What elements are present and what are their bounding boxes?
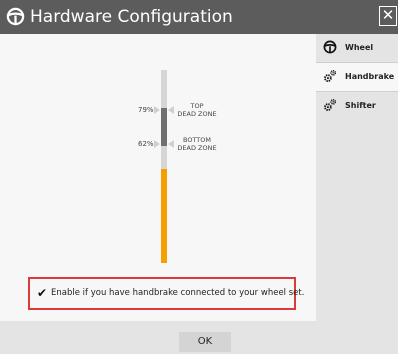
gears-icon xyxy=(324,69,337,82)
hardware-configuration-window: Hardware Configuration ✕ Wheel Handbrake xyxy=(0,0,398,354)
title-bar: Hardware Configuration ✕ xyxy=(0,0,398,34)
steering-wheel-icon xyxy=(323,40,337,54)
sidebar-item-label: Shifter xyxy=(345,101,376,110)
checkmark-icon[interactable]: ✔ xyxy=(37,286,47,300)
close-icon: ✕ xyxy=(381,6,395,24)
gears-icon xyxy=(324,98,337,111)
top-dead-zone-label: TOP DEAD ZONE xyxy=(177,102,217,118)
top-dead-zone-left-handle[interactable] xyxy=(154,106,160,114)
bottom-dead-zone-label: BOTTOM DEAD ZONE xyxy=(177,136,217,152)
ok-button[interactable]: OK xyxy=(179,332,231,352)
top-dead-zone-percent: 79% xyxy=(138,106,154,114)
steering-wheel-icon xyxy=(6,7,25,26)
handbrake-input-fill xyxy=(161,169,167,263)
handbrake-track-middle xyxy=(161,146,167,169)
bottom-dead-zone-left-handle[interactable] xyxy=(154,140,160,148)
sidebar-item-handbrake[interactable]: Handbrake xyxy=(316,63,398,91)
sidebar-item-label: Wheel xyxy=(345,43,374,52)
sidebar: Wheel Handbrake Shifter xyxy=(316,34,398,321)
dead-zone-band xyxy=(161,108,167,146)
sidebar-item-wheel[interactable]: Wheel xyxy=(316,34,398,62)
bottom-dead-zone-percent: 62% xyxy=(138,140,154,148)
window-title: Hardware Configuration xyxy=(30,7,233,27)
close-button[interactable]: ✕ xyxy=(379,6,397,26)
sidebar-item-label: Handbrake xyxy=(345,72,395,81)
footer: OK xyxy=(0,321,398,354)
sidebar-item-shifter[interactable]: Shifter xyxy=(316,92,398,120)
handbrake-track-upper xyxy=(161,70,167,108)
handbrake-enable-text: Enable if you have handbrake connected t… xyxy=(51,288,305,298)
handbrake-enable-notice: ✔ Enable if you have handbrake connected… xyxy=(28,277,304,310)
